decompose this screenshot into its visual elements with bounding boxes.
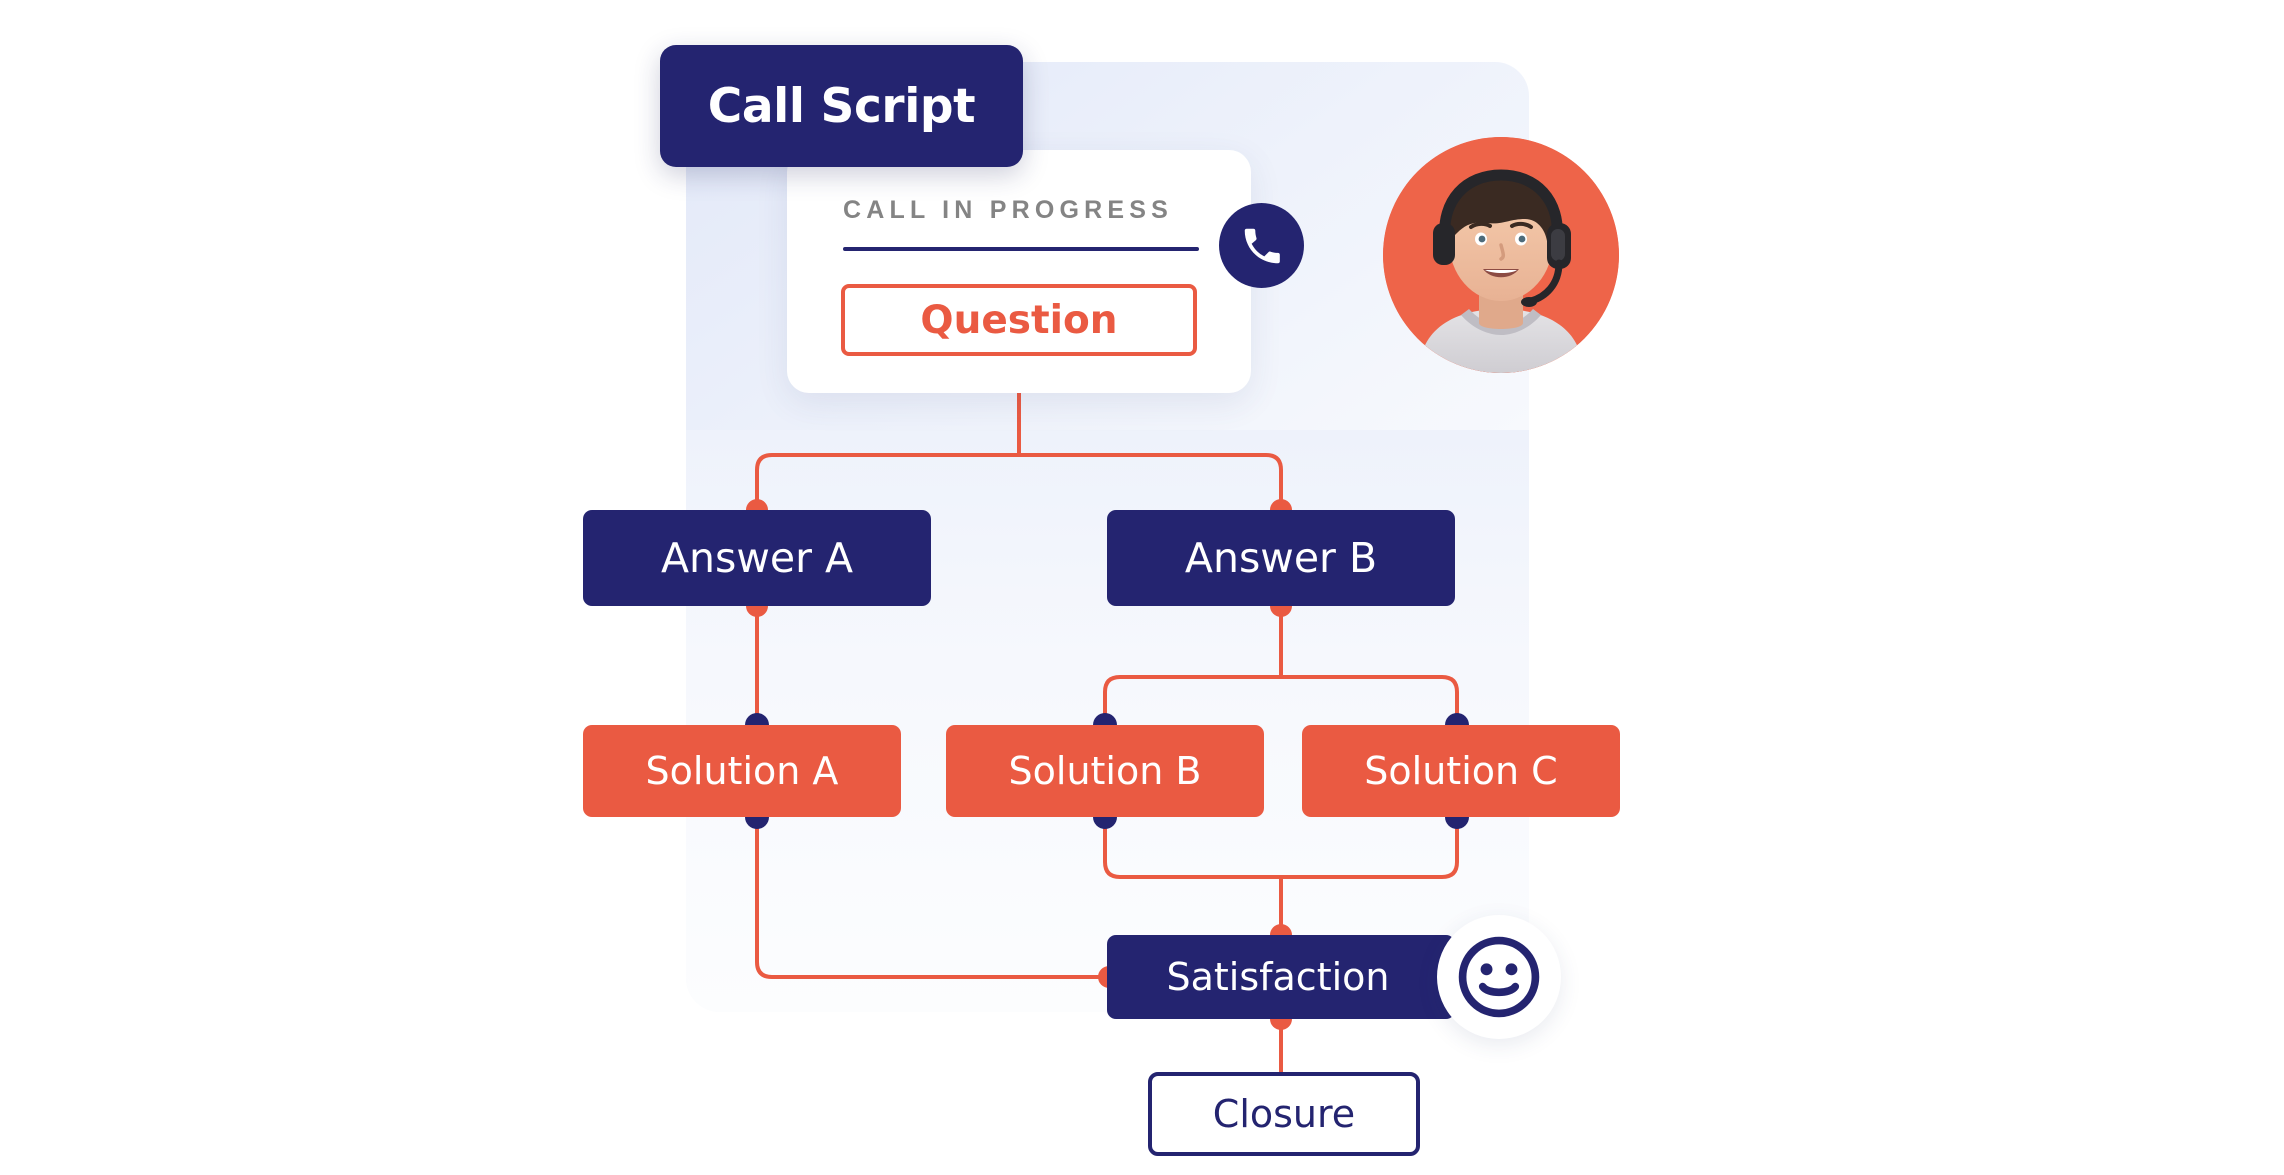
flow-node-satisfaction[interactable]: Satisfaction <box>1107 935 1455 1019</box>
flow-node-question[interactable]: Question <box>841 284 1197 356</box>
flow-node-answer-b-label: Answer B <box>1184 533 1378 582</box>
flow-node-question-label: Question <box>920 297 1118 343</box>
flow-node-solution-b[interactable]: Solution B <box>946 725 1264 817</box>
flowchart-illustration: CALL IN PROGRESS Call Script Question An… <box>0 0 2284 1175</box>
call-in-progress-card <box>787 150 1251 393</box>
page-title-label: Call Script <box>707 78 976 134</box>
flow-node-solution-c-label: Solution C <box>1364 749 1558 793</box>
call-status-label: CALL IN PROGRESS <box>843 196 1173 224</box>
phone-icon[interactable] <box>1219 203 1304 288</box>
flow-node-solution-b-label: Solution B <box>1008 749 1202 793</box>
flow-node-satisfaction-label: Satisfaction <box>1166 955 1390 999</box>
flow-node-answer-b[interactable]: Answer B <box>1107 510 1455 606</box>
page-title: Call Script <box>660 45 1023 167</box>
flow-node-answer-a[interactable]: Answer A <box>583 510 931 606</box>
call-status-divider <box>843 247 1199 251</box>
agent-avatar <box>1383 137 1619 373</box>
flow-node-solution-a[interactable]: Solution A <box>583 725 901 817</box>
flow-node-closure-label: Closure <box>1212 1092 1356 1136</box>
flow-node-closure[interactable]: Closure <box>1148 1072 1420 1156</box>
smiley-face-icon <box>1437 915 1561 1039</box>
flow-node-solution-a-label: Solution A <box>645 749 839 793</box>
flow-node-answer-a-label: Answer A <box>660 533 854 582</box>
flow-node-solution-c[interactable]: Solution C <box>1302 725 1620 817</box>
